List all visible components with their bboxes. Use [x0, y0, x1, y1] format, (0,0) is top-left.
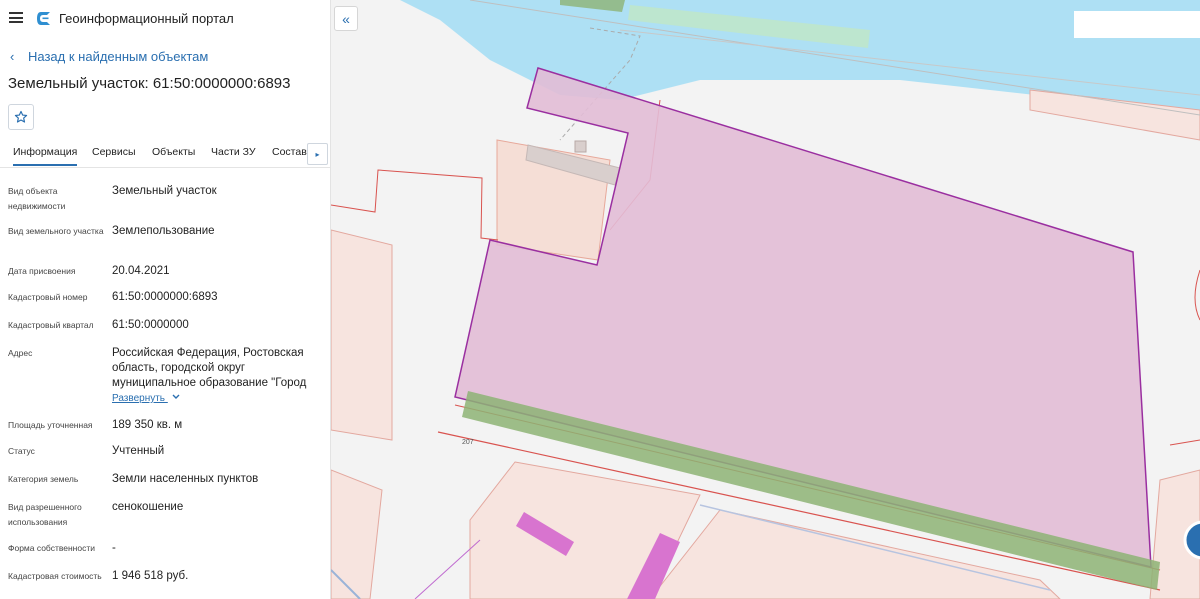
- star-icon: [14, 110, 28, 123]
- map-canvas[interactable]: 207: [331, 0, 1200, 599]
- attribute-value: 61:50:0000000:6893: [112, 291, 218, 303]
- attribute-label: Категория земель: [8, 474, 79, 484]
- attribute-label: Кадастровый квартал: [8, 320, 94, 330]
- map-layers: 207: [331, 0, 1200, 599]
- app-title: Геоинформационный портал: [59, 11, 234, 26]
- attribute-value: 20.04.2021: [112, 265, 170, 277]
- attribute-label: Вид объекта недвижимости: [8, 186, 66, 211]
- attribute-label: Статус: [8, 446, 35, 456]
- tab-objects[interactable]: Объекты: [152, 146, 195, 158]
- tab-information[interactable]: Информация: [13, 146, 78, 166]
- parcel-outline: [1194, 269, 1200, 321]
- attribute-value: 189 350 кв. м: [112, 419, 183, 431]
- attribute-label: Форма собственности: [8, 543, 95, 553]
- tab-parcel-parts[interactable]: Части ЗУ: [211, 146, 256, 158]
- back-to-results-link[interactable]: ‹ Назад к найденным объектам: [10, 49, 208, 64]
- map-search-input[interactable]: [1074, 11, 1200, 38]
- address-value: Российская Федерация, Ростовская область…: [112, 347, 307, 389]
- attribute-value: -: [112, 542, 116, 554]
- attribute-value: Учтенный: [112, 445, 165, 457]
- land-plot: [469, 461, 701, 599]
- attribute-label: Кадастровая стоимость: [8, 571, 102, 581]
- chevron-down-icon: [172, 394, 180, 399]
- land-plot: [331, 229, 393, 441]
- tab-bar: Информация Сервисы Объекты Части ЗУ Сост…: [0, 141, 330, 168]
- attribute-value: Землепользование: [112, 225, 215, 237]
- collapse-panel-button[interactable]: «: [334, 6, 358, 31]
- attribute-value: Земли населенных пунктов: [112, 473, 259, 485]
- attribute-label: Дата присвоения: [8, 266, 76, 276]
- favorite-button[interactable]: [8, 104, 34, 130]
- attribute-label: Вид разрешенного использования: [8, 502, 82, 527]
- double-chevron-left-icon: «: [342, 10, 350, 27]
- attribute-label: Площадь уточненная: [8, 420, 93, 430]
- building: [574, 140, 587, 153]
- chevron-left-icon: ‹: [10, 49, 15, 64]
- back-link-label: Назад к найденным объектам: [28, 49, 209, 64]
- attribute-label: Вид земельного участка: [8, 226, 104, 236]
- parcel-outline: [1169, 439, 1200, 446]
- attribute-value: 1 946 518 руб.: [112, 570, 189, 582]
- attribute-value: Земельный участок: [112, 185, 217, 197]
- attribute-label: Кадастровый номер: [8, 292, 88, 302]
- menu-icon[interactable]: [9, 12, 23, 23]
- land-plot: [331, 469, 383, 599]
- expand-label: Развернуть: [112, 393, 166, 404]
- cadastral-boundary: [331, 169, 499, 241]
- parcel-number-label: 207: [462, 439, 474, 446]
- info-panel: Геоинформационный портал ‹ Назад к найден…: [0, 0, 331, 599]
- tab-composition[interactable]: Состав: [272, 146, 307, 158]
- tabs-scroll-right-button[interactable]: ▸: [307, 143, 328, 165]
- page-title: Земельный участок: 61:50:0000000:6893: [8, 75, 291, 92]
- chevron-right-icon: ▸: [315, 149, 320, 159]
- top-bar: Геоинформационный портал: [0, 0, 330, 38]
- attribute-value: 61:50:0000000: [112, 319, 189, 331]
- attribute-label: Адрес: [8, 348, 33, 358]
- portal-logo-icon: [37, 12, 50, 25]
- attribute-value: сенокошение: [112, 501, 184, 513]
- address-expand-link[interactable]: Развернуть: [112, 393, 181, 404]
- tab-services[interactable]: Сервисы: [92, 146, 136, 158]
